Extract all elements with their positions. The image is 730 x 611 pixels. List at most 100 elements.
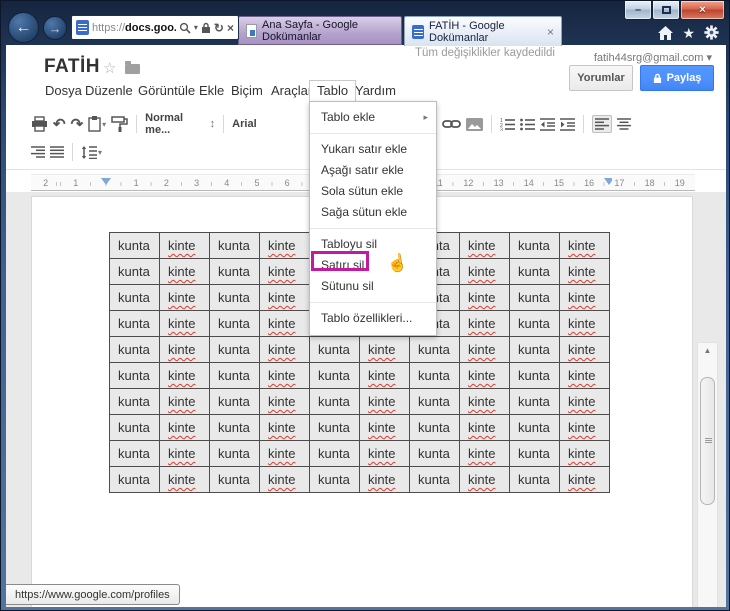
table-cell[interactable]: kinte (259, 414, 310, 441)
menu-item-sağa-sütun-ekle[interactable]: Sağa sütun ekle (310, 202, 436, 223)
table-cell[interactable]: kunta (309, 466, 360, 493)
table-cell[interactable]: kunta (309, 336, 360, 363)
tab-close-icon[interactable]: × (547, 25, 554, 39)
stop-icon[interactable]: × (227, 21, 234, 35)
menubar-item-ekle[interactable]: Ekle (199, 83, 224, 98)
table-cell[interactable]: kunta (509, 258, 560, 285)
table-cell[interactable]: kunta (209, 466, 260, 493)
table-cell[interactable]: kinte (259, 284, 310, 311)
table-cell[interactable]: kinte (159, 232, 210, 259)
table-cell[interactable]: kinte (459, 284, 510, 311)
table-cell[interactable]: kinte (359, 440, 410, 467)
menubar-item-yardım[interactable]: Yardım (355, 83, 396, 98)
table-cell[interactable]: kunta (509, 440, 560, 467)
table-cell[interactable]: kinte (159, 414, 210, 441)
back-button[interactable]: ← (8, 12, 39, 43)
align-center-icon[interactable] (617, 118, 632, 130)
table-cell[interactable]: kinte (559, 232, 610, 259)
table-cell[interactable]: kunta (109, 414, 160, 441)
menubar-item-araçlar[interactable]: Araçlar (271, 83, 312, 98)
table-cell[interactable]: kunta (109, 466, 160, 493)
table-cell[interactable]: kunta (209, 414, 260, 441)
redo-icon[interactable]: ↷ (71, 117, 84, 132)
table-cell[interactable]: kinte (159, 466, 210, 493)
menubar-item-görüntüle[interactable]: Görüntüle (138, 83, 195, 98)
table-cell[interactable]: kinte (559, 466, 610, 493)
table-cell[interactable]: kinte (559, 336, 610, 363)
search-icon[interactable] (179, 22, 191, 34)
refresh-icon[interactable]: ↻ (214, 21, 224, 35)
table-cell[interactable]: kinte (459, 336, 510, 363)
table-cell[interactable]: kinte (259, 232, 310, 259)
undo-icon[interactable]: ↶ (53, 117, 66, 132)
table-cell[interactable]: kinte (259, 388, 310, 415)
address-dropdown-icon[interactable]: ▾ (194, 23, 198, 32)
table-cell[interactable]: kunta (109, 388, 160, 415)
vertical-scrollbar[interactable]: ▲ ▼ (697, 342, 718, 607)
menubar-item-biçim[interactable]: Biçim (231, 83, 263, 98)
insert-image-icon[interactable] (466, 117, 484, 131)
table-cell[interactable]: kinte (459, 258, 510, 285)
scrollbar-thumb[interactable] (700, 377, 715, 505)
table-cell[interactable]: kunta (209, 336, 260, 363)
align-left-icon[interactable] (592, 115, 613, 133)
increase-indent-icon[interactable] (560, 117, 576, 131)
minimize-button[interactable]: – (624, 1, 652, 20)
print-icon[interactable] (31, 116, 48, 132)
table-cell[interactable]: kunta (409, 414, 460, 441)
menu-item-yukarı-satır-ekle[interactable]: Yukarı satır ekle (310, 139, 436, 160)
table-cell[interactable]: kinte (359, 414, 410, 441)
table-cell[interactable]: kunta (509, 362, 560, 389)
table-cell[interactable]: kunta (509, 388, 560, 415)
table-cell[interactable]: kinte (459, 414, 510, 441)
table-cell[interactable]: kinte (259, 466, 310, 493)
table-cell[interactable]: kinte (459, 310, 510, 337)
table-cell[interactable]: kunta (209, 232, 260, 259)
table-cell[interactable]: kinte (359, 388, 410, 415)
table-cell[interactable]: kunta (409, 466, 460, 493)
scroll-up-icon[interactable]: ▲ (698, 344, 717, 357)
table-cell[interactable]: kunta (409, 336, 460, 363)
table-cell[interactable]: kinte (559, 258, 610, 285)
menu-item-tablo-ekle[interactable]: Tablo ekle ▸ (310, 107, 436, 128)
table-cell[interactable]: kinte (159, 362, 210, 389)
table-cell[interactable]: kinte (559, 388, 610, 415)
table-cell[interactable]: kinte (459, 362, 510, 389)
table-cell[interactable]: kinte (159, 284, 210, 311)
table-cell[interactable]: kunta (109, 232, 160, 259)
home-icon[interactable] (658, 25, 674, 40)
menu-item-sola-sütun-ekle[interactable]: Sola sütun ekle (310, 181, 436, 202)
table-cell[interactable]: kinte (559, 440, 610, 467)
align-right-icon[interactable] (31, 146, 45, 158)
table-cell[interactable]: kunta (309, 362, 360, 389)
address-url[interactable]: https://docs.goo... (92, 22, 176, 34)
font-selector[interactable]: Arial (232, 118, 256, 130)
table-cell[interactable]: kunta (509, 284, 560, 311)
close-button[interactable]: × (680, 1, 725, 20)
table-cell[interactable]: kinte (459, 388, 510, 415)
star-document-icon[interactable]: ☆ (103, 59, 116, 77)
menu-item-sütunu-sil[interactable]: Sütunu sil (310, 276, 436, 297)
table-cell[interactable]: kunta (309, 440, 360, 467)
settings-gear-icon[interactable] (704, 25, 719, 40)
table-cell[interactable]: kinte (359, 362, 410, 389)
table-cell[interactable]: kunta (209, 362, 260, 389)
table-cell[interactable]: kinte (259, 440, 310, 467)
table-cell[interactable]: kunta (109, 440, 160, 467)
table-cell[interactable]: kinte (359, 336, 410, 363)
menubar-item-dosya[interactable]: Dosya (45, 83, 82, 98)
table-cell[interactable]: kunta (409, 362, 460, 389)
table-cell[interactable]: kinte (559, 284, 610, 311)
menubar-item-düzenle[interactable]: Düzenle (85, 83, 133, 98)
numbered-list-icon[interactable]: 123 (500, 118, 516, 131)
table-cell[interactable]: kunta (309, 414, 360, 441)
table-cell[interactable]: kunta (109, 310, 160, 337)
table-cell[interactable]: kinte (259, 258, 310, 285)
table-cell[interactable]: kinte (459, 440, 510, 467)
table-cell[interactable]: kunta (509, 232, 560, 259)
address-bar[interactable]: https://docs.goo... ▾ ↻ × (71, 15, 239, 40)
table-cell[interactable]: kunta (209, 258, 260, 285)
decrease-indent-icon[interactable] (540, 117, 556, 131)
table-cell[interactable]: kunta (409, 388, 460, 415)
table-cell[interactable]: kunta (209, 440, 260, 467)
